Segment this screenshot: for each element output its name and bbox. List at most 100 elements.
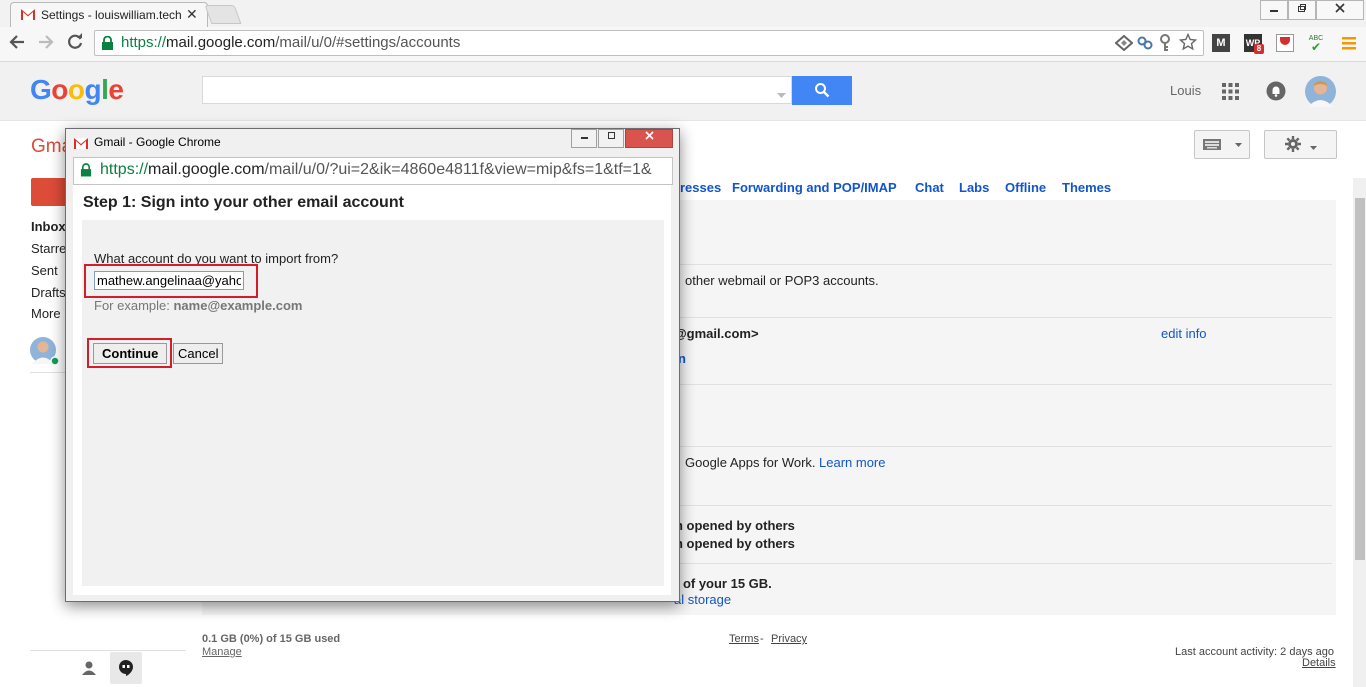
logo-letter: e	[108, 74, 124, 105]
new-tab-button[interactable]	[204, 5, 242, 24]
extension-m-icon[interactable]: M	[1212, 34, 1230, 52]
extension-spellcheck-icon[interactable]: ABC ✔	[1307, 34, 1325, 53]
import-popup-window: Gmail - Google Chrome https://mail.googl…	[65, 128, 680, 602]
chevron-down-icon	[1235, 143, 1242, 147]
popup-minimize-button[interactable]	[571, 129, 597, 148]
lock-icon	[101, 35, 114, 53]
close-icon	[644, 131, 654, 140]
google-header: Google Louis	[0, 62, 1366, 121]
settings-gear-button[interactable]	[1264, 130, 1337, 159]
forward-icon[interactable]	[37, 33, 55, 56]
example-hint: For example: name@example.com	[94, 298, 303, 313]
user-name[interactable]: Louis	[1170, 83, 1201, 98]
logo-letter: G	[30, 74, 52, 105]
activity-details-link[interactable]: Details	[1302, 657, 1336, 669]
gmail-favicon-icon	[74, 137, 88, 152]
popup-maximize-button[interactable]	[598, 129, 624, 148]
chevron-down-icon	[1310, 146, 1318, 150]
manage-storage-link[interactable]: Manage	[202, 646, 242, 658]
popup-url: https://mail.google.com/mail/u/0/?ui=2&i…	[100, 161, 652, 178]
sidebar-divider	[30, 650, 186, 651]
send-as-address: @gmail.com>	[674, 326, 759, 341]
sidebar-item-starred[interactable]: Starre	[31, 241, 66, 256]
opened-by-others-text: n opened by others	[675, 518, 795, 533]
extension-wp-badge: 8	[1254, 44, 1264, 54]
extension-link-icon[interactable]	[1137, 35, 1153, 54]
tab-accounts[interactable]: resses	[680, 180, 721, 195]
minimize-icon	[580, 137, 588, 139]
sidebar-item-more[interactable]: More	[31, 306, 61, 321]
hangouts-quote-icon	[119, 660, 133, 676]
sidebar-item-sent[interactable]: Sent	[31, 263, 58, 278]
footer-separator: -	[760, 633, 764, 645]
google-logo[interactable]: Google	[30, 74, 124, 106]
browser-tab-bar: Settings - louiswilliam.tech ✕	[0, 0, 1366, 28]
minimize-button[interactable]	[1260, 0, 1288, 20]
compose-button[interactable]	[31, 178, 67, 206]
contacts-person-icon[interactable]	[82, 661, 96, 678]
storage-usage-text: ) of your 15 GB.	[675, 576, 772, 591]
scrollbar-thumb[interactable]	[1355, 198, 1365, 560]
window-close-icon	[1335, 3, 1345, 13]
extension-wp-icon[interactable]: WP 8	[1244, 34, 1264, 54]
reload-icon[interactable]	[66, 33, 84, 56]
apps-for-work-text: Google Apps for Work.	[685, 455, 816, 470]
step-heading: Step 1: Sign into your other email accou…	[83, 194, 404, 211]
extension-diamond-icon[interactable]	[1114, 34, 1134, 54]
keyboard-icon	[1203, 139, 1221, 150]
privacy-link[interactable]: Privacy	[771, 633, 807, 645]
import-mail-text: other webmail or POP3 accounts.	[685, 273, 879, 288]
apps-grid-icon[interactable]	[1222, 83, 1239, 103]
avatar[interactable]	[1305, 76, 1336, 110]
popup-window-title: Gmail - Google Chrome	[94, 135, 221, 149]
search-icon	[815, 83, 830, 98]
browser-tab[interactable]: Settings - louiswilliam.tech ✕	[10, 2, 208, 28]
lock-icon	[80, 163, 92, 180]
tab-chat[interactable]: Chat	[915, 180, 944, 195]
purchase-storage-link[interactable]: al storage	[674, 592, 731, 607]
maximize-icon	[607, 132, 615, 139]
chrome-menu-icon[interactable]	[1341, 35, 1357, 54]
logo-letter: o	[67, 74, 85, 105]
address-url: https://mail.google.com/mail/u/0/#settin…	[121, 34, 461, 51]
continue-button[interactable]: Continue	[93, 343, 168, 364]
extension-pocket-icon[interactable]	[1276, 34, 1294, 52]
input-tools-button[interactable]	[1194, 130, 1250, 159]
storage-used-text: 0.1 GB (0%) of 15 GB used	[202, 633, 341, 645]
tab-labs[interactable]: Labs	[959, 180, 989, 195]
browser-toolbar: https://mail.google.com/mail/u/0/#settin…	[0, 27, 1366, 62]
gear-icon	[1284, 136, 1301, 152]
tab-offline[interactable]: Offline	[1005, 180, 1046, 195]
import-form: What account do you want to import from?…	[82, 220, 664, 586]
logo-letter: g	[84, 74, 102, 105]
cancel-button[interactable]: Cancel	[173, 343, 224, 364]
email-field[interactable]	[94, 271, 244, 290]
restore-icon	[1298, 4, 1306, 12]
notifications-bell-icon[interactable]	[1266, 81, 1286, 104]
search-options-chevron-icon[interactable]	[777, 87, 786, 102]
window-close-button[interactable]	[1316, 0, 1364, 20]
key-icon[interactable]	[1158, 34, 1172, 55]
logo-letter: o	[51, 74, 68, 105]
gmail-favicon-icon	[21, 8, 35, 23]
hangouts-tab[interactable]	[110, 652, 142, 684]
tab-themes[interactable]: Themes	[1062, 180, 1111, 195]
opened-by-others-text: n opened by others	[675, 536, 795, 551]
search-input[interactable]	[202, 76, 792, 104]
popup-address-bar: https://mail.google.com/mail/u/0/?ui=2&i…	[73, 157, 673, 185]
bookmark-star-icon[interactable]	[1178, 32, 1198, 54]
tab-close-icon[interactable]: ✕	[186, 6, 198, 23]
search-button[interactable]	[792, 76, 852, 105]
hangouts-avatar[interactable]	[30, 336, 60, 369]
edit-info-link[interactable]: edit info	[1161, 326, 1207, 341]
sidebar-item-inbox[interactable]: Inbox	[31, 219, 66, 234]
popup-content: Step 1: Sign into your other email accou…	[73, 185, 671, 595]
learn-more-link[interactable]: Learn more	[819, 455, 885, 470]
restore-button[interactable]	[1288, 0, 1316, 20]
popup-close-button[interactable]	[625, 129, 673, 148]
sidebar-item-drafts[interactable]: Drafts	[31, 285, 66, 300]
tab-forwarding[interactable]: Forwarding and POP/IMAP	[732, 180, 897, 195]
back-icon[interactable]	[8, 33, 26, 56]
terms-link[interactable]: Terms	[729, 633, 759, 645]
address-bar[interactable]: https://mail.google.com/mail/u/0/#settin…	[94, 30, 1204, 56]
